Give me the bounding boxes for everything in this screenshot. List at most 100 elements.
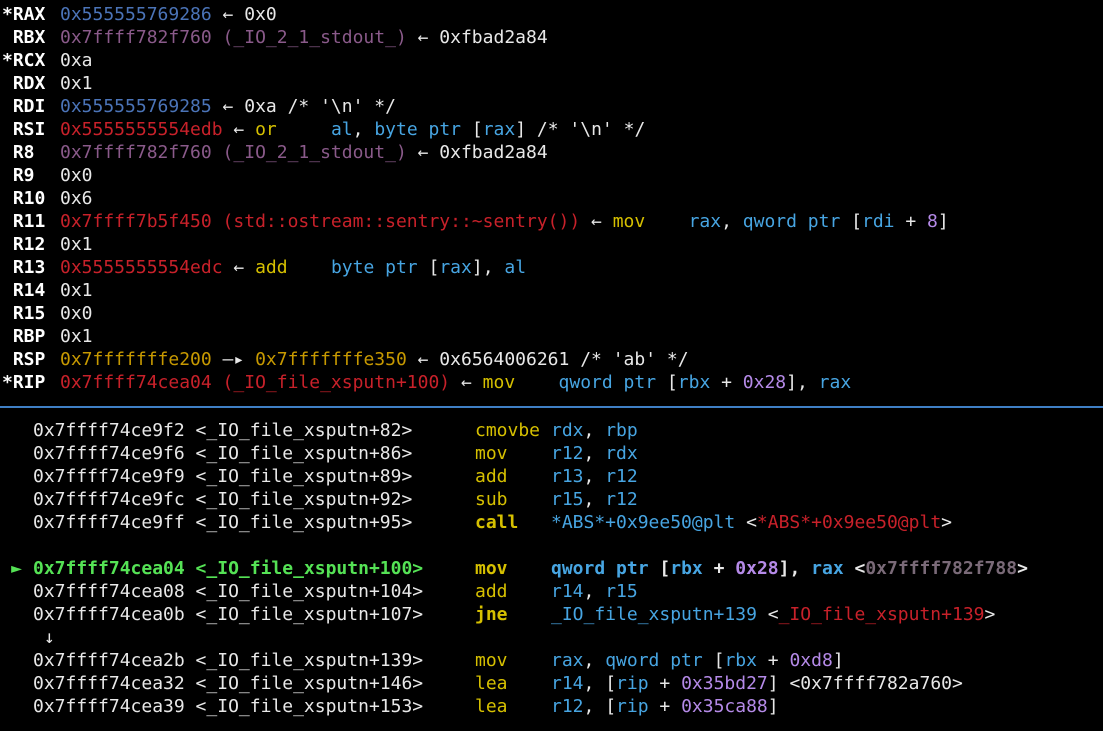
- register-value-token: ,: [721, 211, 743, 232]
- register-name: R15: [2, 303, 46, 324]
- operand-token: _IO_file_xsputn+139: [778, 604, 985, 625]
- register-name: RBP: [2, 326, 46, 347]
- register-value-token: [: [461, 119, 483, 140]
- register-value-token: 0x555555769286: [60, 4, 212, 25]
- instruction-address: 0x7ffff74ce9f6 <_IO_file_xsputn+86>: [33, 443, 413, 464]
- instruction-address: 0x7ffff74cea04 <_IO_file_xsputn+100>: [33, 558, 424, 579]
- register-value-token: ]: [937, 211, 949, 232]
- register-value-token: rdi: [862, 211, 895, 232]
- operand-token: <: [843, 558, 866, 579]
- register-value-token: ,: [352, 119, 375, 140]
- register-value-token: qword ptr: [558, 372, 657, 393]
- register-value-token: [277, 119, 331, 140]
- register-value-token: rax: [439, 257, 472, 278]
- register-value-token: 0x7ffff782f760 (_IO_2_1_stdout_): [60, 27, 407, 48]
- operand-token: r15: [551, 489, 584, 510]
- operand-token: rax: [811, 558, 844, 579]
- operand-token: <: [735, 512, 757, 533]
- operand-token: rdx: [605, 443, 638, 464]
- register-value-token: rax: [818, 372, 852, 393]
- register-value-token: ← 0xa /* '\n' */: [211, 96, 396, 117]
- register-value: 0x555555769286 ← 0x0: [60, 4, 277, 25]
- register-value-token: [515, 372, 558, 393]
- instruction-mnemonic: mov: [475, 650, 508, 671]
- register-value-token: [: [656, 372, 678, 393]
- register-value-token: or: [255, 119, 277, 140]
- register-value-token: ] /* '\n' */: [515, 119, 646, 140]
- operand-token: *ABS*+0x9ee50@plt: [756, 512, 942, 533]
- register-name: RSP: [2, 349, 46, 370]
- register-value-token: al: [504, 257, 527, 278]
- operand-token: ,: [583, 443, 606, 464]
- instruction-address: 0x7ffff74ce9fc <_IO_file_xsputn+92>: [33, 489, 413, 510]
- register-value-token: ←: [222, 119, 256, 140]
- register-value-token: al: [330, 119, 353, 140]
- operand-token: >: [1017, 558, 1028, 579]
- instruction-mnemonic: sub: [475, 489, 508, 510]
- register-value: 0x6: [60, 188, 93, 209]
- instruction-row: 0x7ffff74cea39 <_IO_file_xsputn+153> lea r…: [0, 695, 1103, 718]
- operand-token: , [: [583, 673, 617, 694]
- operand-token: ] <0x7ffff782a760>: [767, 673, 963, 694]
- register-row: *RAX 0x555555769286 ← 0x0: [0, 3, 1103, 26]
- instruction-operands: _IO_file_xsputn+139 <_IO_file_xsputn+139…: [551, 604, 995, 625]
- register-value-token: +: [710, 372, 743, 393]
- register-row: R10 0x6: [0, 187, 1103, 210]
- register-name: *RIP: [2, 372, 46, 393]
- instruction-row: 0x7ffff74cea08 <_IO_file_xsputn+104> add r…: [0, 580, 1103, 603]
- registers-pane: *RAX 0x555555769286 ← 0x0 RBX 0x7ffff782f7…: [0, 3, 1103, 394]
- instruction-row: 0x7ffff74ce9f6 <_IO_file_xsputn+86> mov r1…: [0, 442, 1103, 465]
- register-value: 0x1: [60, 280, 93, 301]
- operand-token: rdx: [551, 420, 584, 441]
- register-row: RBP 0x1: [0, 325, 1103, 348]
- operand-token: ,: [583, 650, 606, 671]
- instruction-row: 0x7ffff74ce9f9 <_IO_file_xsputn+89> add r1…: [0, 465, 1103, 488]
- register-value-token: 0xa: [60, 50, 93, 71]
- instruction-operands: *ABS*+0x9ee50@plt <*ABS*+0x9ee50@plt>: [551, 512, 952, 533]
- register-row: R14 0x1: [0, 279, 1103, 302]
- operand-token: qword ptr: [605, 650, 703, 671]
- terminal-window: *RAX 0x555555769286 ← 0x0 RBX 0x7ffff782f7…: [0, 0, 1103, 731]
- operand-token: r12: [605, 466, 638, 487]
- operand-token: 0xd8: [789, 650, 833, 671]
- register-value-token: byte ptr: [330, 257, 418, 278]
- register-value: 0x5555555554edb ← or al, byte ptr [rax] …: [60, 119, 645, 140]
- instruction-address: 0x7ffff74ce9f2 <_IO_file_xsputn+82>: [33, 420, 413, 441]
- register-value-token: ],: [471, 257, 505, 278]
- register-value-token: add: [255, 257, 288, 278]
- register-value-token: ← 0x0: [211, 4, 277, 25]
- instruction-operands: rdx, rbp: [551, 420, 638, 441]
- operand-token: [: [702, 650, 725, 671]
- instruction-mnemonic: jne: [475, 604, 508, 625]
- register-value-token: +: [894, 211, 928, 232]
- register-value-token: rbx: [677, 372, 711, 393]
- register-value: 0x7ffff74cea04 (_IO_file_xsputn+100) ← m…: [60, 372, 851, 393]
- instruction-row: 0x7ffff74ce9ff <_IO_file_xsputn+95> call *…: [0, 511, 1103, 534]
- register-value-token: —▸: [211, 349, 256, 370]
- register-value: 0x7ffff782f760 (_IO_2_1_stdout_) ← 0xfba…: [60, 27, 548, 48]
- instruction-mnemonic: call: [475, 512, 519, 533]
- register-name: RDX: [2, 73, 46, 94]
- operand-token: +: [648, 673, 682, 694]
- register-value-token: mov: [482, 372, 516, 393]
- operand-token: [: [648, 558, 671, 579]
- register-row: RDI 0x555555769285 ← 0xa /* '\n' */: [0, 95, 1103, 118]
- operand-token: r12: [551, 443, 584, 464]
- register-row: RDX 0x1: [0, 72, 1103, 95]
- register-name: RSI: [2, 119, 46, 140]
- instruction-operands: r15, r12: [551, 489, 638, 510]
- register-value: 0x0: [60, 165, 93, 186]
- operand-token: +: [702, 558, 736, 579]
- register-value-token: ← 0xfbad2a84: [406, 142, 548, 163]
- instruction-address: 0x7ffff74cea08 <_IO_file_xsputn+104>: [33, 581, 424, 602]
- register-value-token: 0x1: [60, 280, 93, 301]
- current-pc-arrow-icon: ►: [11, 558, 22, 579]
- register-name: R11: [2, 211, 46, 232]
- register-row: R12 0x1: [0, 233, 1103, 256]
- instruction-operands: r13, r12: [551, 466, 638, 487]
- register-value-token: 0x6: [60, 188, 93, 209]
- operand-token: +: [756, 650, 790, 671]
- operand-token: r12: [551, 696, 584, 717]
- register-value-token: mov: [612, 211, 646, 232]
- register-row: *RIP 0x7ffff74cea04 (_IO_file_xsputn+100)…: [0, 371, 1103, 394]
